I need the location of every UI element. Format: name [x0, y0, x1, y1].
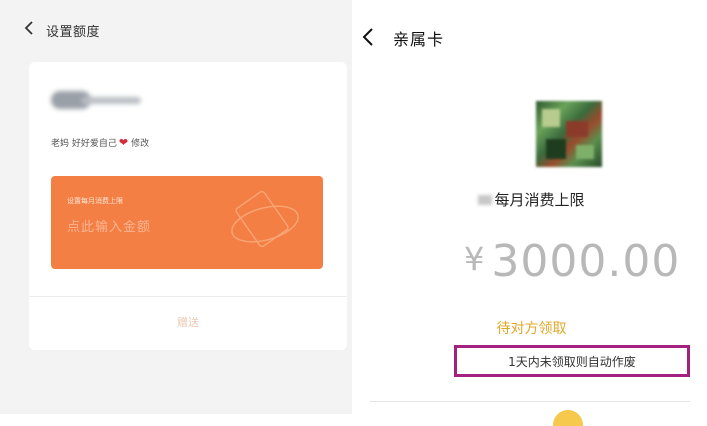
send-button[interactable]: 赠送: [29, 314, 347, 330]
amount-card-label: 设置每月消费上限: [67, 197, 123, 205]
recipient-name-blurred: [478, 194, 493, 205]
card-orbit-icon: [231, 190, 299, 248]
limit-label: 每月消费上限: [494, 191, 585, 209]
amount-card[interactable]: 设置每月消费上限 点此输入金额: [51, 176, 323, 269]
amount-value: 3000.00: [491, 236, 681, 287]
coin-icon: [553, 410, 583, 426]
limit-row: 每月消费上限: [356, 189, 707, 210]
chevron-left-icon[interactable]: [20, 18, 40, 38]
family-card-form: 老妈 好好爱自己 ❤ 修改 设置每月消费上限 点此输入金额 赠送: [29, 62, 347, 350]
chevron-left-icon[interactable]: [360, 26, 376, 48]
divider: [29, 296, 347, 297]
recipient-name-blurred: [51, 87, 151, 113]
currency-symbol: ¥: [464, 240, 486, 278]
message-row: 老妈 好好爱自己 ❤ 修改: [51, 136, 149, 149]
status-text: 待对方领取: [496, 321, 567, 337]
expiry-notice: 1天内未领取则自动作废: [454, 345, 690, 377]
family-card-screen: 亲属卡 每月消费上限 ¥3000.00 待对方领取 1天内未领取则自动作废: [356, 0, 707, 426]
edit-message-link[interactable]: 修改: [131, 136, 149, 149]
limit-amount: ¥3000.00: [464, 236, 680, 287]
amount-input[interactable]: 点此输入金额: [67, 216, 151, 235]
message-text: 老妈 好好爱自己: [51, 139, 117, 149]
set-limit-screen: 设置额度 老妈 好好爱自己 ❤ 修改 设置每月消费上限 点此输入金额 赠送: [0, 0, 352, 414]
page-title: 亲属卡: [393, 30, 445, 49]
page-title: 设置额度: [46, 25, 101, 40]
divider: [370, 401, 690, 402]
left-header: 设置额度: [0, 0, 352, 58]
heart-icon: ❤: [118, 136, 129, 149]
expiry-notice-text: 1天内未领取则自动作废: [508, 354, 636, 369]
avatar: [536, 101, 602, 167]
